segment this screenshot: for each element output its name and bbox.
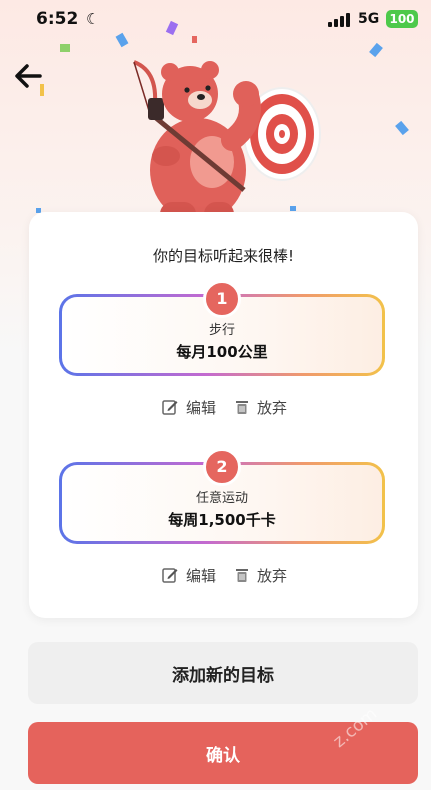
- goal-number-badge: 1: [203, 280, 241, 318]
- add-goal-button[interactable]: 添加新的目标: [28, 642, 418, 704]
- goal-number-badge: 2: [203, 448, 241, 486]
- moon-icon: ☾: [86, 10, 100, 28]
- goal-value: 每月100公里: [176, 343, 268, 361]
- goal-card-1: 1 步行 每月100公里: [59, 280, 385, 376]
- confetti-decoration: [395, 120, 409, 136]
- goal-actions-1: 编辑 放弃: [29, 396, 418, 418]
- goal-type: 步行: [208, 323, 235, 338]
- pencil-icon: [162, 400, 178, 415]
- goal-value: 每周1,500千卡: [168, 511, 276, 529]
- confetti-decoration: [40, 84, 44, 96]
- goal-type: 任意运动: [195, 491, 248, 506]
- discard-button[interactable]: 放弃: [235, 396, 287, 418]
- confetti-decoration: [369, 42, 383, 58]
- edit-button[interactable]: 编辑: [162, 396, 216, 418]
- edit-label: 编辑: [186, 566, 217, 585]
- discard-label: 放弃: [257, 398, 288, 417]
- trash-icon: [236, 401, 248, 414]
- confetti-decoration: [192, 36, 197, 43]
- goals-card: 你的目标听起来很棒! 1 步行 每月100公里 编辑 放弃 2 任意运动 每周1…: [29, 212, 418, 618]
- goal-card-2: 2 任意运动 每周1,500千卡: [59, 448, 385, 544]
- signal-icon: [328, 13, 352, 27]
- discard-button[interactable]: 放弃: [235, 564, 287, 586]
- status-time: 6:52: [36, 9, 79, 29]
- discard-label: 放弃: [257, 566, 288, 585]
- bear-archer-illustration: [133, 60, 321, 228]
- card-title: 你的目标听起来很棒!: [152, 247, 294, 265]
- confetti-decoration: [60, 44, 70, 52]
- battery-icon: 100: [386, 10, 418, 28]
- network-label: 5G: [358, 11, 380, 27]
- trash-icon: [236, 569, 248, 582]
- edit-label: 编辑: [186, 398, 217, 417]
- pencil-icon: [162, 568, 178, 583]
- edit-button[interactable]: 编辑: [162, 564, 216, 586]
- status-bar: 6:52 ☾ 5G 100: [0, 0, 431, 40]
- goal-actions-2: 编辑 放弃: [29, 564, 418, 586]
